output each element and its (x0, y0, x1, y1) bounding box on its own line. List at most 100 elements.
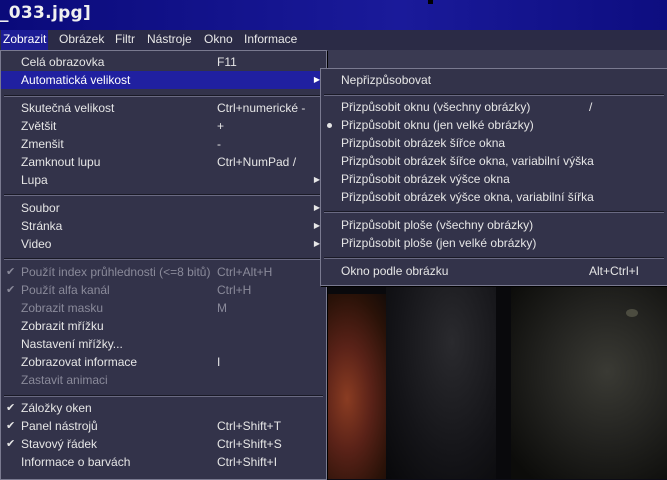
image-region-right (511, 284, 667, 479)
menu-item-actual-size[interactable]: Skutečná velikost Ctrl+numerické - (1, 99, 326, 117)
menu-item-label: Okno podle obrázku (341, 264, 449, 278)
menu-item-shortcut: - (217, 137, 221, 151)
menu-item-grid-settings[interactable]: Nastavení mřížky... (1, 335, 326, 353)
menu-item-fullscreen[interactable]: Celá obrazovka F11 (1, 53, 326, 71)
menu-item-shortcut: Ctrl+Shift+I (217, 455, 278, 469)
menu-item-label: Záložky oken (21, 401, 92, 415)
menu-informace[interactable]: Informace (242, 30, 299, 50)
menu-item-color-info[interactable]: Informace o barvách Ctrl+Shift+I (1, 453, 326, 471)
menu-item-shortcut: Alt+Ctrl+I (589, 264, 640, 278)
menu-item-label: Zastavit animaci (21, 373, 108, 387)
menu-item-label: Zobrazit mřížku (21, 319, 104, 333)
menu-item-zoom-out[interactable]: Zmenšit - (1, 135, 326, 153)
menu-item-label: Lupa (21, 173, 48, 187)
menu-zobrazit[interactable]: Zobrazit (1, 30, 49, 50)
menu-item-shortcut: F11 (217, 55, 237, 69)
menu-item-shortcut: Ctrl+Shift+T (217, 419, 282, 433)
submenu-item-window-by-image[interactable]: Okno podle obrázku Alt+Ctrl+I (321, 262, 667, 280)
menu-item-autosize[interactable]: Automatická velikost ▶ (1, 71, 326, 89)
window-titlebar[interactable]: _033.jpg] (0, 0, 667, 30)
menu-item-shortcut: Ctrl+Shift+S (217, 437, 282, 451)
menu-item-shortcut: Ctrl+Alt+H (217, 265, 273, 279)
menu-item-page[interactable]: Stránka ▶ (1, 217, 326, 235)
menu-item-label: Přizpůsobit oknu (jen velké obrázky) (341, 118, 534, 132)
menu-separator (324, 211, 664, 213)
check-icon: ✔ (6, 420, 16, 432)
submenu-item-fit-desktop-large[interactable]: Přizpůsobit ploše (jen velké obrázky) (321, 234, 667, 252)
check-icon: ✔ (6, 266, 16, 278)
window-title: _033.jpg] (0, 3, 92, 23)
menu-item-toolbar[interactable]: ✔ Panel nástrojů Ctrl+Shift+T (1, 417, 326, 435)
menu-separator (324, 94, 664, 96)
menu-item-shortcut: Ctrl+NumPad / (217, 155, 297, 169)
window-toolbar-area (326, 50, 667, 70)
menu-item-label: Použít alfa kanál (21, 283, 110, 297)
check-icon: ✔ (6, 402, 16, 414)
menu-item-label: Soubor (21, 201, 60, 215)
check-icon: ✔ (6, 284, 16, 296)
menu-item-label: Zmenšit (21, 137, 64, 151)
image-region-middle (386, 284, 496, 479)
menu-item-shortcut: M (217, 301, 227, 315)
view-menu: Celá obrazovka F11 Automatická velikost … (0, 50, 327, 480)
menu-item-magnifier[interactable]: Lupa ▶ (1, 171, 326, 189)
menu-item-window-tabs[interactable]: ✔ Záložky oken (1, 399, 326, 417)
menu-item-show-info[interactable]: Zobrazovat informace I (1, 353, 326, 371)
menu-nastroje[interactable]: Nástroje (145, 30, 194, 50)
menu-item-file[interactable]: Soubor ▶ (1, 199, 326, 217)
menu-item-label: Informace o barvách (21, 455, 131, 469)
menu-item-transparency-index[interactable]: ✔ Použít index průhlednosti (<=8 bitů) C… (1, 263, 326, 281)
menu-item-label: Přizpůsobit obrázek výšce okna, variabil… (341, 190, 594, 204)
menu-item-label: Stavový řádek (21, 437, 98, 451)
menu-item-label: Skutečná velikost (21, 101, 115, 115)
titlebar-mark (428, 0, 433, 4)
submenu-item-fit-desktop-all[interactable]: Přizpůsobit ploše (všechny obrázky) (321, 216, 667, 234)
menu-item-label: Zamknout lupu (21, 155, 101, 169)
menu-obrazek[interactable]: Obrázek (57, 30, 106, 50)
submenu-item-fit-width[interactable]: Přizpůsobit obrázek šířce okna (321, 134, 667, 152)
autosize-submenu: Nepřizpůsobovat Přizpůsobit oknu (všechn… (320, 68, 667, 286)
submenu-item-fit-window-all[interactable]: Přizpůsobit oknu (všechny obrázky) / (321, 98, 667, 116)
image-canvas[interactable] (326, 284, 667, 479)
menu-item-zoom-in[interactable]: Zvětšit + (1, 117, 326, 135)
menu-separator (324, 257, 664, 259)
menu-item-label: Přizpůsobit oknu (všechny obrázky) (341, 100, 531, 114)
menu-item-label: Stránka (21, 219, 63, 233)
submenu-item-fit-height-variable[interactable]: Přizpůsobit obrázek výšce okna, variabil… (321, 188, 667, 206)
menu-item-shortcut: Ctrl+numerické - (217, 101, 306, 115)
menu-item-label: Použít index průhlednosti (<=8 bitů) (21, 265, 211, 279)
menu-item-label: Celá obrazovka (21, 55, 105, 69)
submenu-item-no-fit[interactable]: Nepřizpůsobovat (321, 71, 667, 89)
image-detail (626, 309, 638, 317)
menu-item-label: Panel nástrojů (21, 419, 98, 433)
menu-item-label: Automatická velikost (21, 73, 131, 87)
menu-item-show-grid[interactable]: Zobrazit mřížku (1, 317, 326, 335)
menu-item-shortcut: / (589, 100, 593, 114)
menu-item-alpha-channel[interactable]: ✔ Použít alfa kanál Ctrl+H (1, 281, 326, 299)
menu-separator (4, 395, 323, 397)
menu-item-label: Nastavení mřížky... (21, 337, 123, 351)
menu-item-lock-zoom[interactable]: Zamknout lupu Ctrl+NumPad / (1, 153, 326, 171)
menu-item-label: Zobrazit masku (21, 301, 104, 315)
menu-separator (4, 194, 323, 196)
menu-item-label: Zobrazovat informace (21, 355, 138, 369)
menubar: Zobrazit Obrázek Filtr Nástroje Okno Inf… (0, 30, 667, 50)
menu-filtr[interactable]: Filtr (113, 30, 137, 50)
menu-item-label: Přizpůsobit obrázek šířce okna (341, 136, 506, 150)
menu-item-shortcut: Ctrl+H (217, 283, 252, 297)
menu-item-statusbar[interactable]: ✔ Stavový řádek Ctrl+Shift+S (1, 435, 326, 453)
radio-bullet-icon (327, 123, 332, 128)
submenu-item-fit-height[interactable]: Přizpůsobit obrázek výšce okna (321, 170, 667, 188)
submenu-item-fit-window-large[interactable]: Přizpůsobit oknu (jen velké obrázky) (321, 116, 667, 134)
menu-item-label: Přizpůsobit ploše (všechny obrázky) (341, 218, 534, 232)
submenu-item-fit-width-variable[interactable]: Přizpůsobit obrázek šířce okna, variabil… (321, 152, 667, 170)
menu-okno[interactable]: Okno (202, 30, 235, 50)
menu-item-label: Přizpůsobit ploše (jen velké obrázky) (341, 236, 537, 250)
menu-item-show-mask[interactable]: Zobrazit masku M (1, 299, 326, 317)
menu-item-stop-animation[interactable]: Zastavit animaci (1, 371, 326, 389)
menu-separator (4, 258, 323, 260)
menu-item-shortcut: I (217, 355, 221, 369)
menu-item-video[interactable]: Video ▶ (1, 235, 326, 253)
menu-separator (4, 95, 323, 97)
menu-item-label: Přizpůsobit obrázek výšce okna (341, 172, 510, 186)
